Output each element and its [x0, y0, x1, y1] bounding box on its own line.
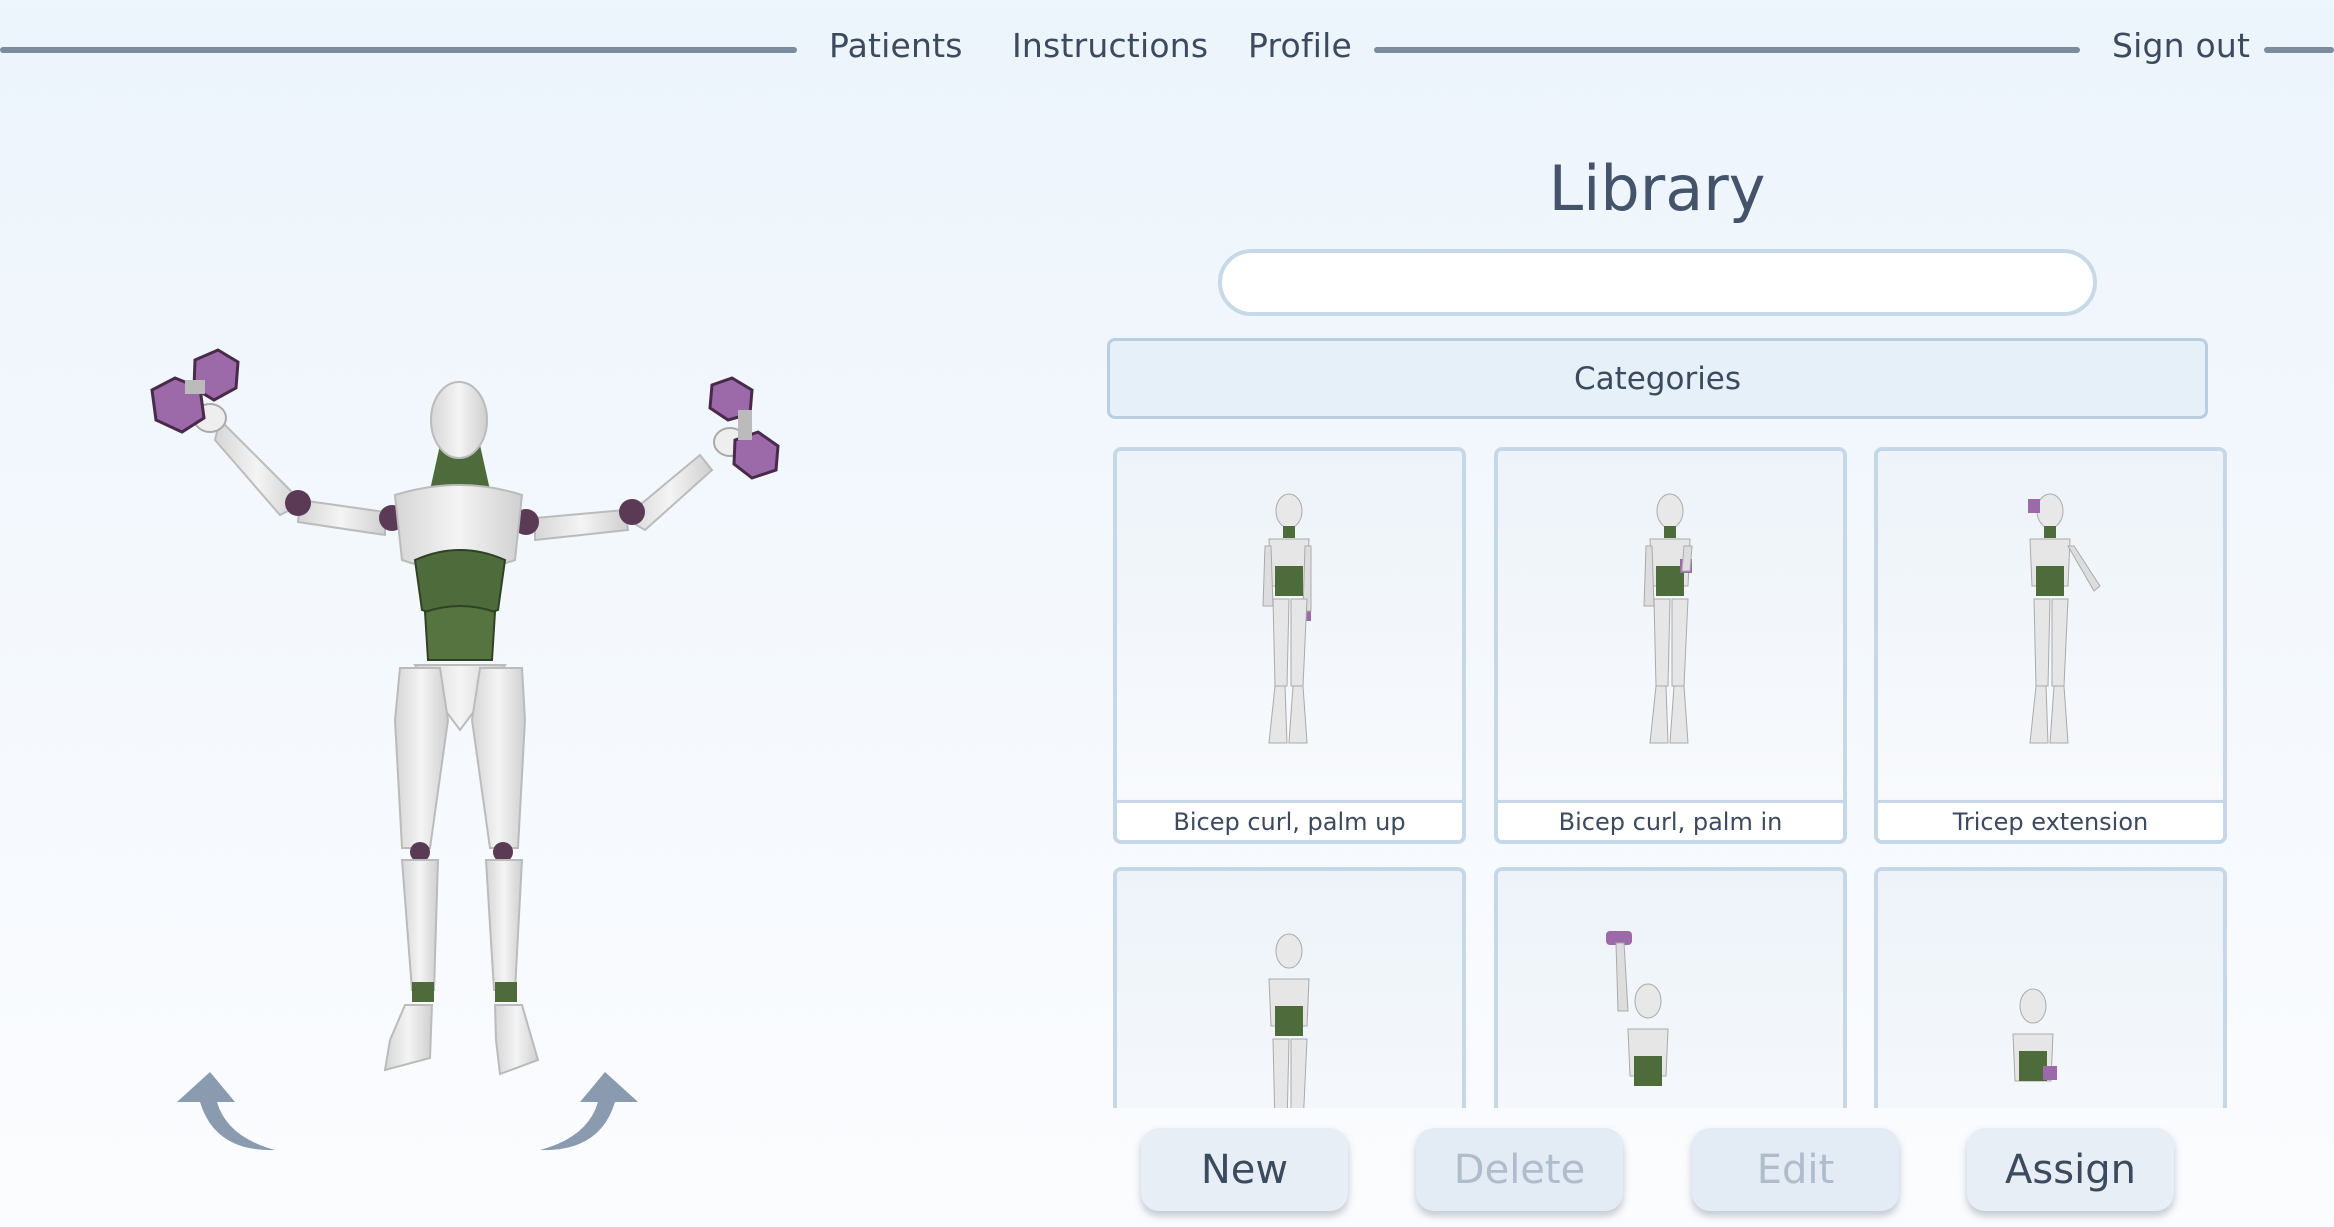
exercise-thumbnail [1498, 451, 1843, 798]
exercise-card[interactable] [1494, 867, 1847, 1108]
exercise-card[interactable] [1113, 867, 1466, 1108]
exercise-card[interactable]: Bicep curl, palm in [1494, 447, 1847, 844]
exercise-card[interactable]: Bicep curl, palm up [1113, 447, 1466, 844]
edit-button[interactable]: Edit [1692, 1128, 1899, 1211]
exercise-thumbnail [1117, 451, 1462, 798]
categories-label: Categories [1573, 360, 1742, 397]
new-button[interactable]: New [1141, 1128, 1348, 1211]
nav-sign-out[interactable]: Sign out [2112, 26, 2250, 65]
exercise-caption: Tricep extension [1878, 800, 2223, 840]
exercise-thumbnail [1117, 871, 1462, 1108]
search-input[interactable] [1218, 249, 2097, 316]
delete-button[interactable]: Delete [1416, 1128, 1623, 1211]
rotate-right-icon[interactable] [535, 1062, 650, 1162]
exercise-card[interactable]: Tricep extension [1874, 447, 2227, 844]
nav-profile[interactable]: Profile [1248, 26, 1352, 65]
nav-divider-middle [1374, 47, 2080, 53]
exercise-caption: Bicep curl, palm in [1498, 800, 1843, 840]
rotate-left-icon[interactable] [165, 1062, 280, 1162]
nav-divider-left [0, 47, 797, 53]
nav-divider-right [2264, 47, 2334, 53]
model-viewer[interactable] [0, 80, 960, 1227]
exercise-thumbnail [1878, 871, 2223, 1108]
exercise-caption: Bicep curl, palm up [1117, 800, 1462, 840]
categories-dropdown[interactable]: Categories [1107, 338, 2208, 419]
nav-instructions[interactable]: Instructions [1012, 26, 1208, 65]
dumbbell-right [708, 376, 780, 480]
library-title: Library [1548, 152, 1766, 225]
assign-button[interactable]: Assign [1967, 1128, 2174, 1211]
exercise-card[interactable] [1874, 867, 2227, 1108]
exercise-grid[interactable]: Bicep curl, palm up Bicep curl, palm in … [1108, 440, 2238, 1108]
exercise-thumbnail [1878, 451, 2223, 798]
nav-patients[interactable]: Patients [829, 26, 963, 65]
exercise-thumbnail [1498, 871, 1843, 1108]
mannequin-figure [150, 348, 780, 1076]
